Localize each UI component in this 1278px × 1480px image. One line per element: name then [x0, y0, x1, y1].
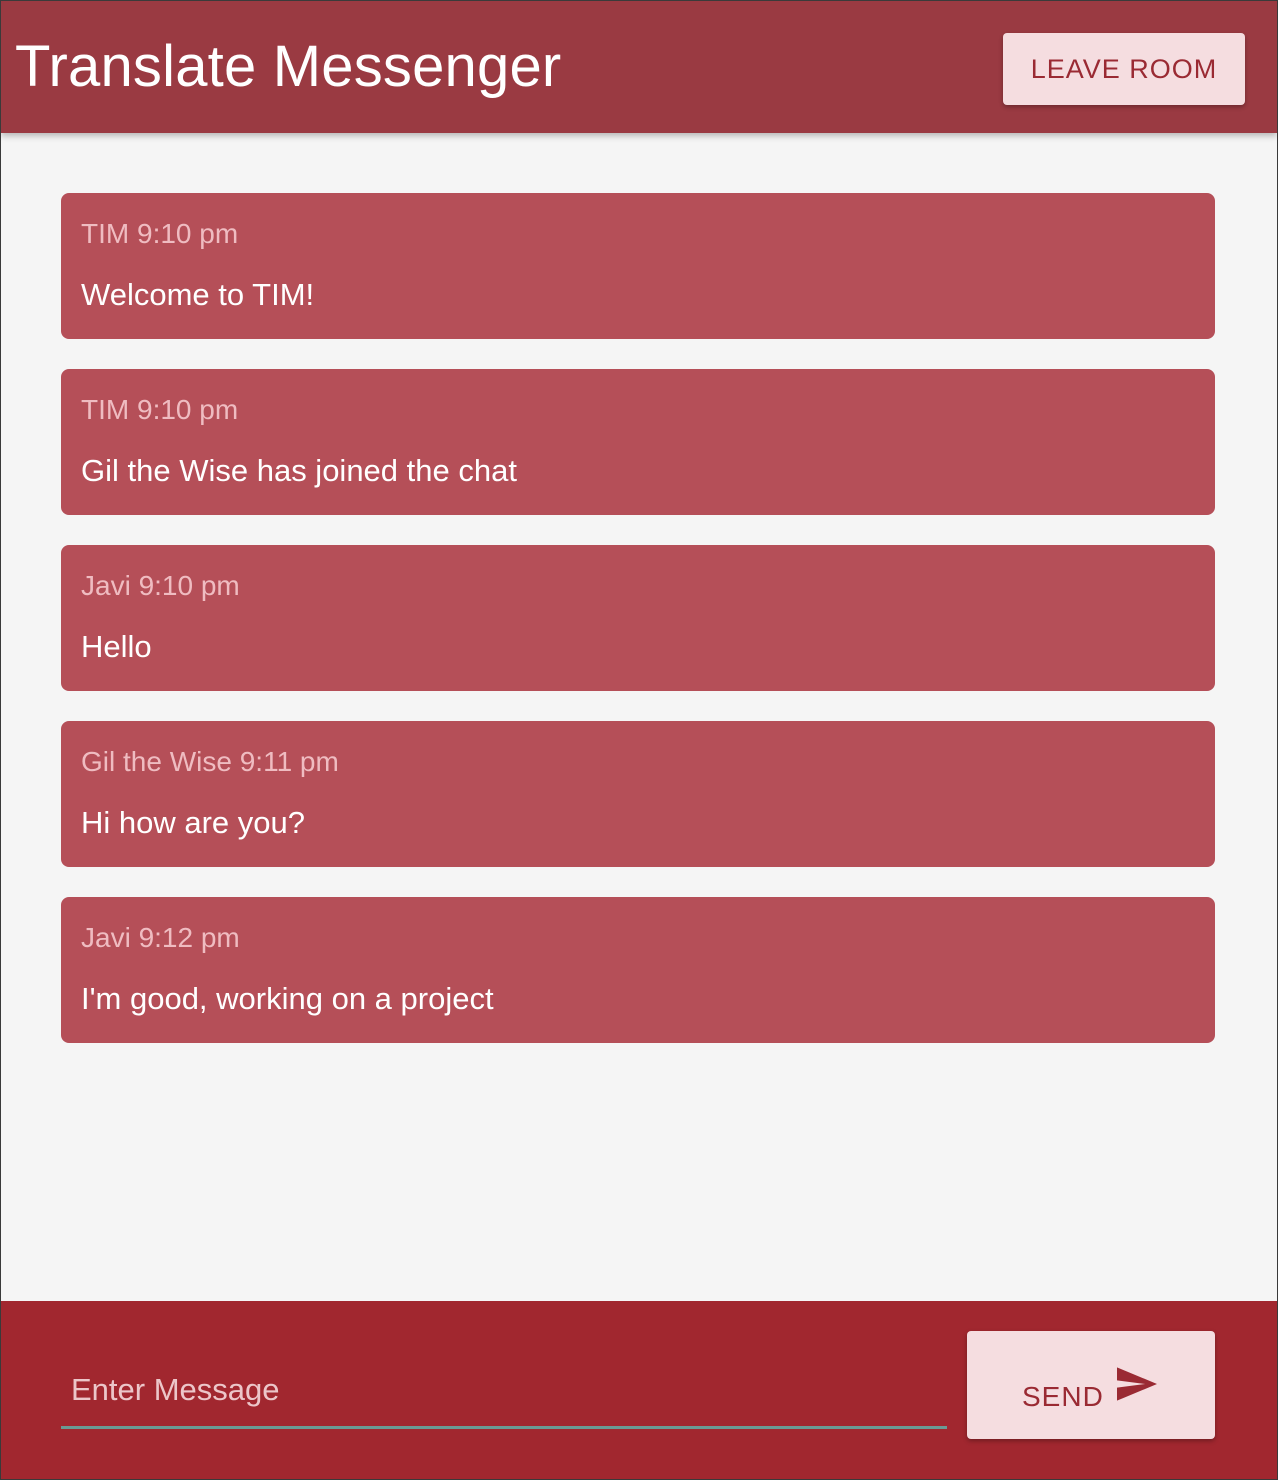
message-sender: Javi: [81, 570, 131, 601]
message-meta: Javi 9:12 pm: [81, 921, 240, 955]
send-icon: [1117, 1367, 1157, 1401]
app-header: Translate Messenger LEAVE ROOM: [1, 1, 1277, 133]
leave-room-button[interactable]: LEAVE ROOM: [1003, 33, 1245, 105]
message-time: 9:11 pm: [239, 746, 339, 777]
send-label: SEND: [1022, 1381, 1104, 1412]
message-text: I'm good, working on a project: [81, 981, 494, 1016]
message-time: 9:12 pm: [138, 922, 240, 953]
message-time: 9:10 pm: [138, 570, 240, 601]
message-sender: Javi: [81, 922, 131, 953]
message-time: 9:10 pm: [137, 218, 239, 249]
message-text: Hello: [81, 629, 152, 664]
message-meta: Javi 9:10 pm: [81, 569, 240, 603]
message-card: TIM 9:10 pm Welcome to TIM!: [61, 193, 1215, 339]
message-meta: TIM 9:10 pm: [81, 393, 238, 427]
message-meta: Gil the Wise 9:11 pm: [81, 745, 339, 779]
message-sender: TIM: [81, 394, 130, 425]
message-text: Gil the Wise has joined the chat: [81, 453, 517, 488]
send-button[interactable]: SEND: [967, 1331, 1215, 1439]
message-list: TIM 9:10 pm Welcome to TIM! TIM 9:10 pm …: [61, 193, 1215, 1073]
message-meta: TIM 9:10 pm: [81, 217, 238, 251]
message-card: Javi 9:10 pm Hello: [61, 545, 1215, 691]
message-card: TIM 9:10 pm Gil the Wise has joined the …: [61, 369, 1215, 515]
message-input[interactable]: [61, 1353, 947, 1429]
message-text: Welcome to TIM!: [81, 277, 315, 312]
message-card: Gil the Wise 9:11 pm Hi how are you?: [61, 721, 1215, 867]
app-title: Translate Messenger: [15, 34, 562, 99]
message-composer: SEND: [1, 1301, 1277, 1479]
message-sender: TIM: [81, 218, 130, 249]
message-sender: Gil the Wise: [81, 746, 232, 777]
message-card: Javi 9:12 pm I'm good, working on a proj…: [61, 897, 1215, 1043]
message-text: Hi how are you?: [81, 805, 306, 840]
chat-app: Translate Messenger LEAVE ROOM TIM 9:10 …: [0, 0, 1278, 1480]
message-time: 9:10 pm: [137, 394, 239, 425]
